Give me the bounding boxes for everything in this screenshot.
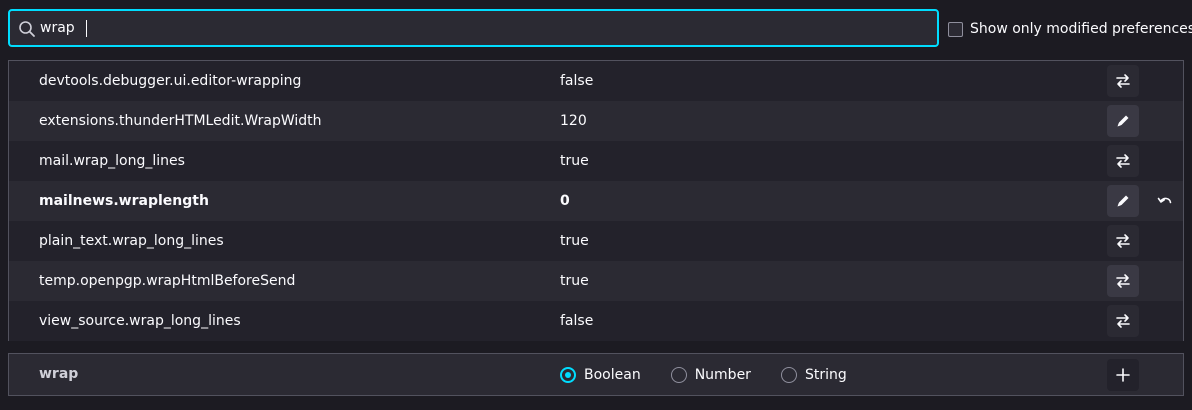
toggle-button[interactable] xyxy=(1107,145,1139,177)
edit-button[interactable] xyxy=(1107,185,1139,217)
toggle-button[interactable] xyxy=(1107,65,1139,97)
text-caret xyxy=(86,20,87,37)
pref-value: 0 xyxy=(560,193,570,209)
pref-value: true xyxy=(560,273,589,289)
toggle-button[interactable] xyxy=(1107,305,1139,337)
toggle-icon xyxy=(1116,234,1130,248)
show-modified-checkbox[interactable] xyxy=(948,21,963,37)
edit-button[interactable] xyxy=(1107,105,1139,137)
pref-type-radio-group: Boolean Number String xyxy=(560,354,877,395)
edit-icon xyxy=(1117,115,1129,127)
toggle-icon xyxy=(1116,154,1130,168)
pref-name: temp.openpgp.wrapHtmlBeforeSend xyxy=(39,273,296,289)
pref-row[interactable]: temp.openpgp.wrapHtmlBeforeSend true xyxy=(9,261,1183,301)
pref-value: false xyxy=(560,313,594,329)
type-string-label: String xyxy=(804,366,847,383)
toggle-icon xyxy=(1116,314,1130,328)
search-box[interactable] xyxy=(8,9,939,47)
pref-name: mailnews.wraplength xyxy=(39,193,209,209)
type-string-radio[interactable]: String xyxy=(780,366,847,383)
toggle-icon xyxy=(1116,74,1130,88)
edit-icon xyxy=(1117,195,1129,207)
toggle-button[interactable] xyxy=(1107,265,1139,297)
toggle-button[interactable] xyxy=(1107,225,1139,257)
pref-row[interactable]: plain_text.wrap_long_lines true xyxy=(9,221,1183,261)
pref-row-modified[interactable]: mailnews.wraplength 0 xyxy=(9,181,1183,221)
pref-row[interactable]: devtools.debugger.ui.editor-wrapping fal… xyxy=(9,61,1183,101)
add-preference-row: wrap Boolean Number String xyxy=(8,353,1184,396)
type-boolean-label: Boolean xyxy=(584,366,641,383)
pref-value: true xyxy=(560,233,589,249)
type-number-radio[interactable]: Number xyxy=(670,366,751,383)
pref-name: view_source.wrap_long_lines xyxy=(39,313,241,329)
pref-row[interactable]: view_source.wrap_long_lines false xyxy=(9,301,1183,341)
show-modified-label: Show only modified preferences xyxy=(970,21,1192,37)
type-number-label: Number xyxy=(694,366,751,383)
pref-name: plain_text.wrap_long_lines xyxy=(39,233,224,249)
new-pref-name: wrap xyxy=(39,366,79,382)
search-icon xyxy=(18,20,36,38)
radio-dot[interactable] xyxy=(560,366,576,383)
search-bar: Show only modified preferences xyxy=(0,0,1192,56)
reset-button[interactable] xyxy=(1149,185,1181,217)
type-boolean-radio[interactable]: Boolean xyxy=(560,366,641,383)
pref-name: extensions.thunderHTMLedit.WrapWidth xyxy=(39,113,322,129)
pref-name: devtools.debugger.ui.editor-wrapping xyxy=(39,73,302,89)
radio-dot[interactable] xyxy=(780,366,797,383)
pref-row[interactable]: extensions.thunderHTMLedit.WrapWidth 120 xyxy=(9,101,1183,141)
preferences-table: devtools.debugger.ui.editor-wrapping fal… xyxy=(8,60,1184,341)
pref-value: 120 xyxy=(560,113,587,129)
pref-value: false xyxy=(560,73,594,89)
pref-name: mail.wrap_long_lines xyxy=(39,153,185,169)
toggle-icon xyxy=(1116,274,1130,288)
show-modified-toggle[interactable]: Show only modified preferences xyxy=(948,20,1192,38)
radio-dot[interactable] xyxy=(670,366,687,383)
add-button[interactable] xyxy=(1107,359,1139,391)
undo-icon xyxy=(1157,197,1172,204)
plus-icon xyxy=(1116,368,1130,382)
search-input[interactable] xyxy=(40,11,920,45)
pref-row[interactable]: mail.wrap_long_lines true xyxy=(9,141,1183,181)
pref-value: true xyxy=(560,153,589,169)
